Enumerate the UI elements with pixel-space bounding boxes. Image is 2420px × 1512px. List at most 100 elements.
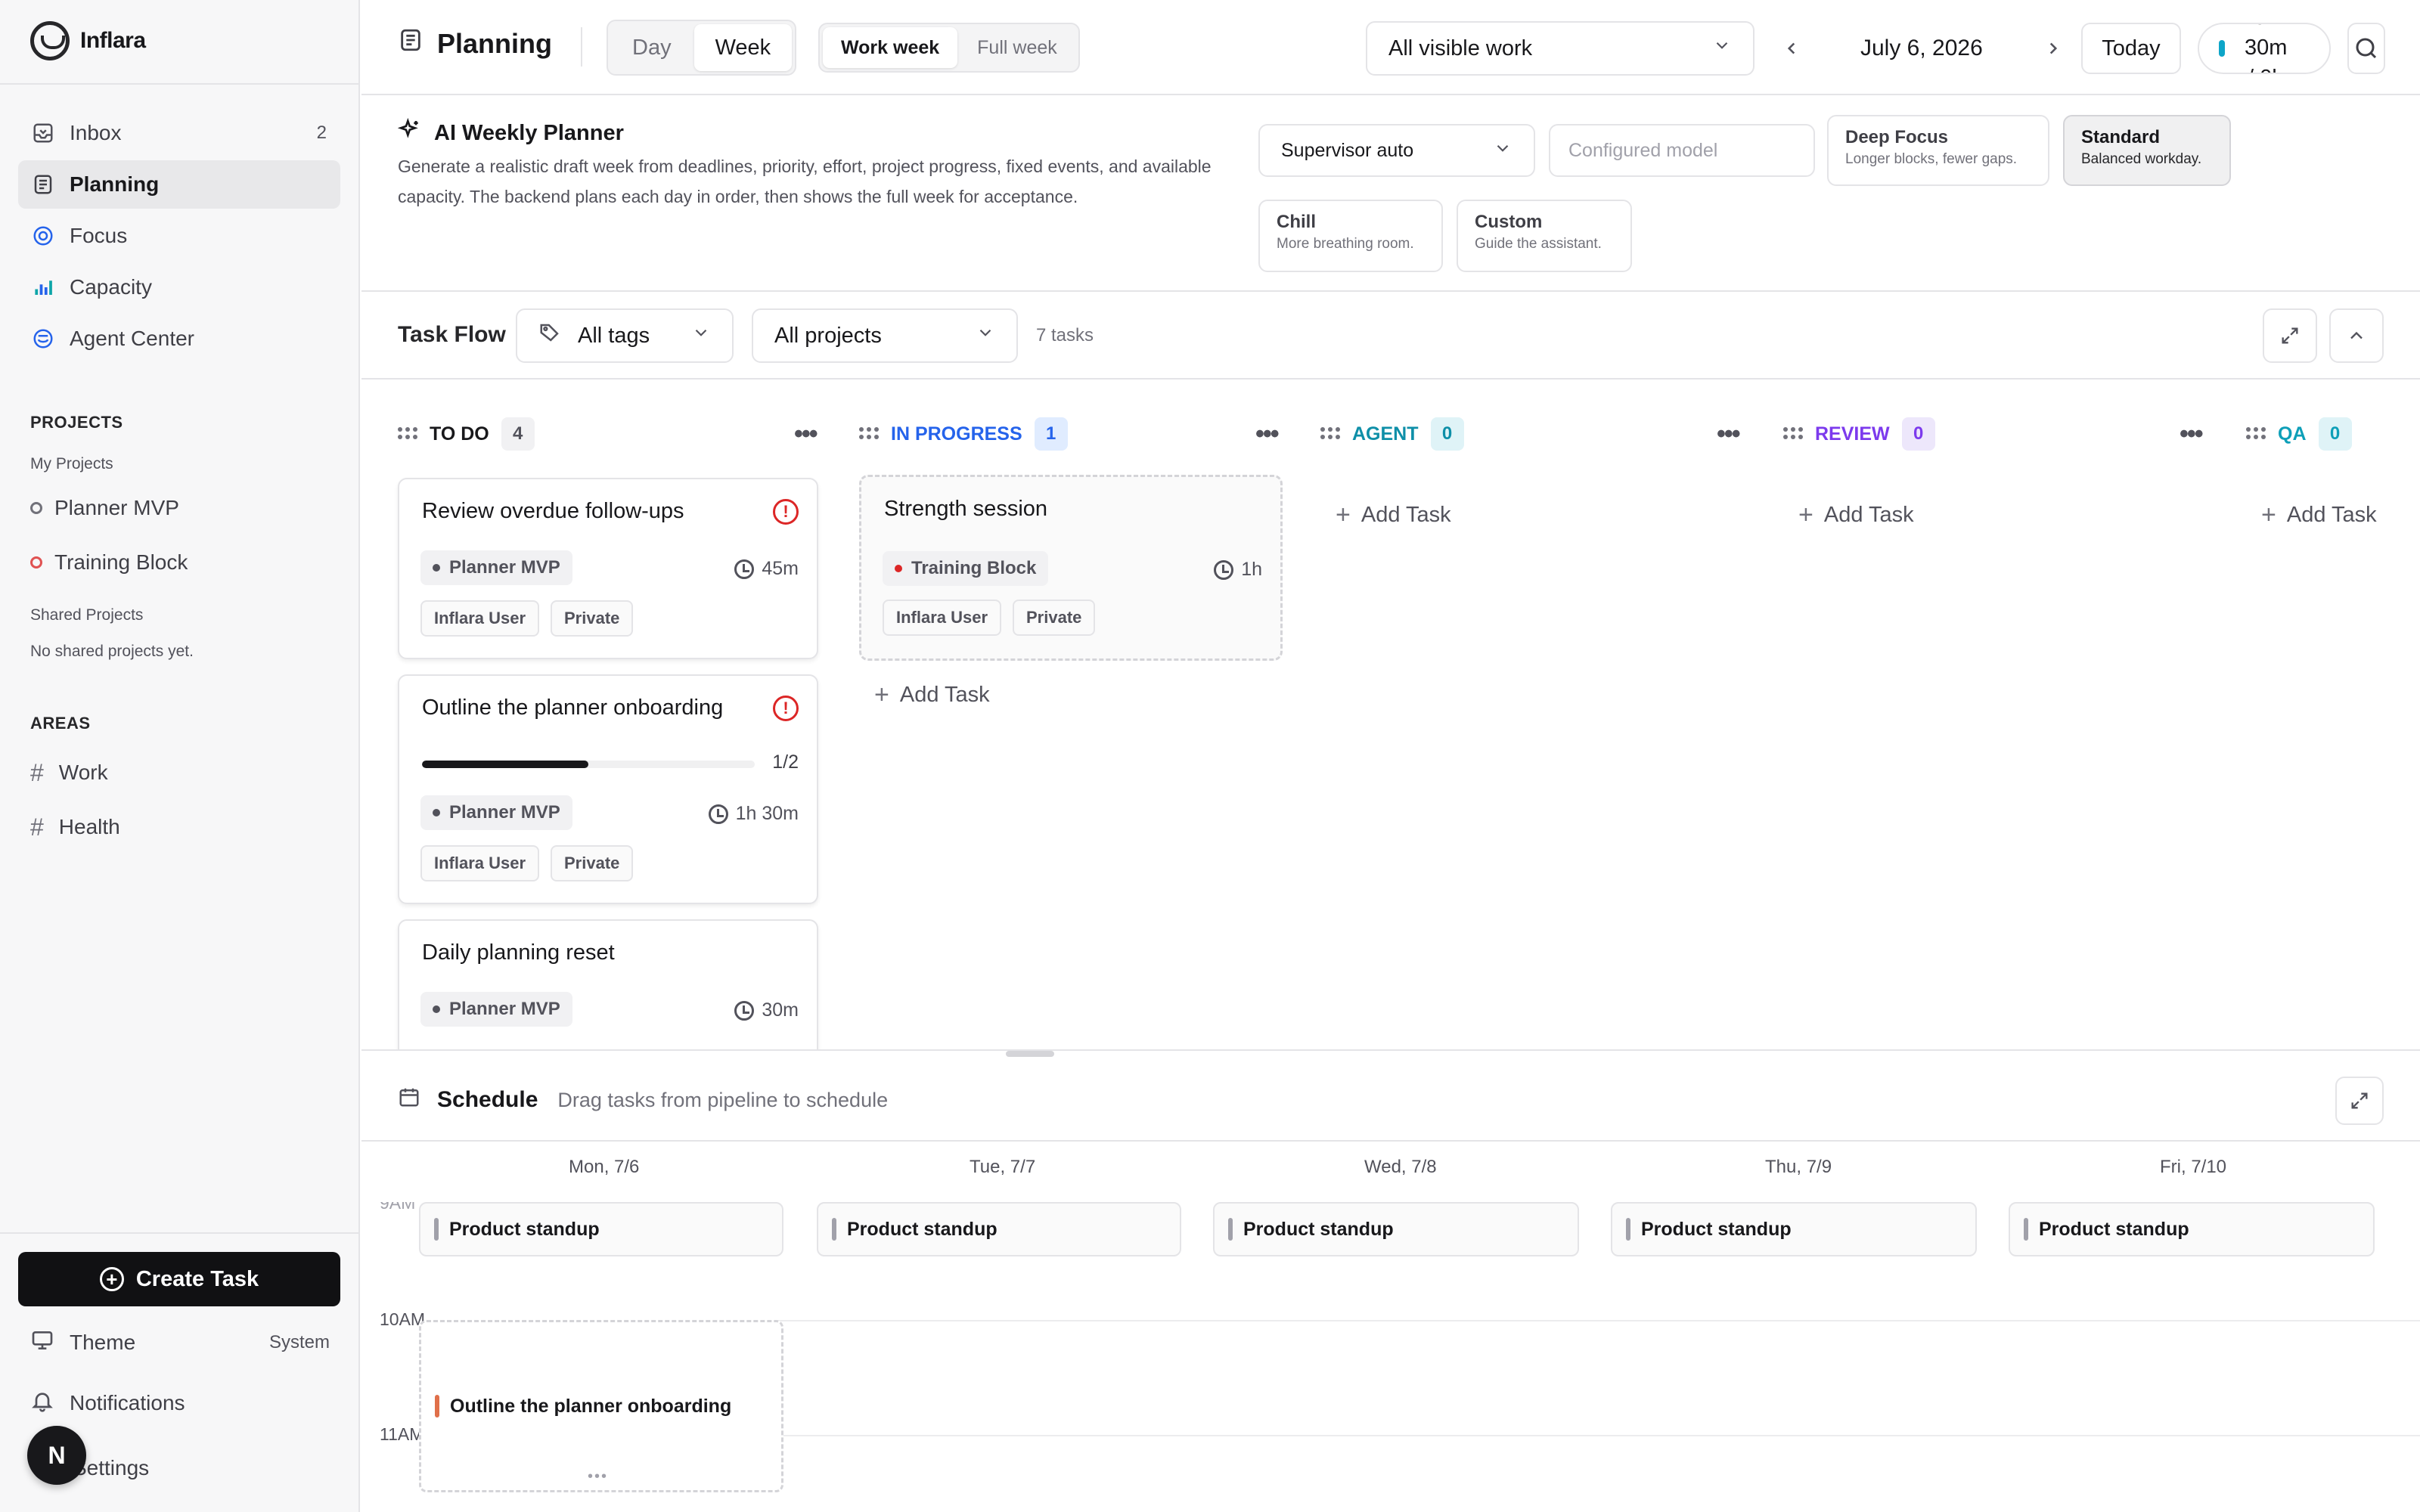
resize-dots-icon[interactable]: ••• xyxy=(588,1468,608,1486)
area-item-health[interactable]: # Health xyxy=(30,804,120,850)
subtask-progress-text: 1/2 xyxy=(772,751,799,773)
projects-heading: PROJECTS xyxy=(30,413,123,432)
project-pill-label: Planner MVP xyxy=(449,802,560,823)
add-task-button[interactable]: + Add Task xyxy=(2261,500,2377,530)
work-filter-select[interactable]: All visible work xyxy=(1366,21,1754,76)
mode-card-chill[interactable]: Chill More breathing room. xyxy=(1258,200,1443,272)
event-title: Product standup xyxy=(449,1218,600,1240)
drag-handle-icon[interactable] xyxy=(398,427,417,441)
resize-handle[interactable] xyxy=(1006,1051,1054,1057)
brand[interactable]: Inflara xyxy=(30,21,146,60)
theme-setting[interactable]: Theme System xyxy=(30,1320,330,1365)
mode-card-deep-focus[interactable]: Deep Focus Longer blocks, fewer gaps. xyxy=(1827,115,2049,186)
sidebar-item-inbox[interactable]: Inbox 2 xyxy=(18,109,340,157)
schedule-event[interactable]: Product standup xyxy=(2009,1202,2375,1256)
project-pill-label: Training Block xyxy=(911,558,1037,578)
task-card-outline-onboarding[interactable]: Outline the planner onboarding ! 1/2 Pla… xyxy=(398,674,818,904)
chevron-up-icon xyxy=(2350,331,2363,339)
project-item-training-block[interactable]: Training Block xyxy=(30,540,188,585)
task-card-review-overdue[interactable]: Review overdue follow-ups ! Planner MVP … xyxy=(398,478,818,659)
drag-handle-icon[interactable] xyxy=(1783,427,1803,441)
add-task-button[interactable]: + Add Task xyxy=(1336,500,1451,530)
task-duration: 45m xyxy=(734,558,799,580)
hash-icon: # xyxy=(30,813,44,841)
sidebar-item-label: Capacity xyxy=(70,275,152,299)
today-button[interactable]: Today xyxy=(2081,23,2181,74)
schedule-grid: 9AM 10AM 11AM Product standup Product st… xyxy=(361,1202,2420,1512)
tags-filter-value: All tags xyxy=(578,323,650,348)
sidebar-item-agent-center[interactable]: Agent Center xyxy=(18,314,340,363)
column-more-icon[interactable]: ••• xyxy=(794,416,818,452)
drag-handle-icon[interactable] xyxy=(1320,427,1340,441)
event-accent xyxy=(2024,1218,2028,1241)
collapse-board-button[interactable] xyxy=(2329,308,2384,363)
add-task-button[interactable]: + Add Task xyxy=(874,680,990,710)
sidebar-item-focus[interactable]: Focus xyxy=(18,212,340,260)
column-header: REVIEW 0 xyxy=(1783,416,1935,452)
schedule-event[interactable]: Product standup xyxy=(817,1202,1181,1256)
chevron-down-icon xyxy=(976,323,995,349)
add-task-button[interactable]: + Add Task xyxy=(1798,500,1914,530)
mode-title: Custom xyxy=(1475,212,1543,232)
expand-icon xyxy=(2351,1092,2368,1109)
schedule-event[interactable]: Product standup xyxy=(419,1202,783,1256)
prev-week-button[interactable] xyxy=(1782,23,1801,74)
projects-filter-select[interactable]: All projects xyxy=(752,308,1018,363)
schedule-title-text: Schedule xyxy=(437,1087,538,1112)
drag-preview-event[interactable]: Outline the planner onboarding ••• xyxy=(419,1320,783,1492)
timer-line: 0h xyxy=(2254,24,2278,33)
chevron-right-icon xyxy=(2049,42,2058,54)
mode-card-custom[interactable]: Custom Guide the assistant. xyxy=(1457,200,1632,272)
area-item-work[interactable]: # Work xyxy=(30,750,108,795)
supervisor-select[interactable]: Supervisor auto xyxy=(1258,124,1535,177)
drag-handle-icon[interactable] xyxy=(859,427,879,441)
drag-handle-icon[interactable] xyxy=(2246,427,2266,441)
column-more-icon[interactable]: ••• xyxy=(2180,416,2204,452)
plus-icon: + xyxy=(2261,500,2276,529)
view-mode-day[interactable]: Day xyxy=(611,24,693,71)
week-mode-full-week[interactable]: Full week xyxy=(959,27,1075,68)
project-item-planner-mvp[interactable]: Planner MVP xyxy=(30,485,179,531)
sidebar-item-capacity[interactable]: Capacity xyxy=(18,263,340,311)
my-projects-label: My Projects xyxy=(30,455,113,472)
task-card-daily-planning[interactable]: Daily planning reset Planner MVP 30m xyxy=(398,919,818,1049)
clock-icon xyxy=(708,804,728,824)
focus-icon xyxy=(32,225,54,247)
task-card-strength-session[interactable]: Strength session Training Block 1h Infla… xyxy=(859,475,1283,661)
model-input[interactable]: Configured model xyxy=(1549,124,1815,177)
task-count: 7 tasks xyxy=(1036,325,1094,345)
project-label: Planner MVP xyxy=(54,496,179,519)
schedule-event[interactable]: Product standup xyxy=(1611,1202,1977,1256)
clock-icon xyxy=(734,1000,755,1021)
create-task-button[interactable]: + Create Task xyxy=(18,1252,340,1306)
panel-divider xyxy=(361,1049,2420,1057)
monitor-icon xyxy=(30,1328,54,1358)
column-more-icon[interactable]: ••• xyxy=(1255,416,1280,452)
avatar[interactable]: N xyxy=(27,1426,86,1485)
mode-card-standard[interactable]: Standard Balanced workday. xyxy=(2063,115,2231,186)
view-mode-week[interactable]: Week xyxy=(693,24,793,71)
sidebar: Inflara Inbox 2 Planning Focus Capacity … xyxy=(0,0,360,1512)
schedule-event[interactable]: Product standup xyxy=(1213,1202,1579,1256)
column-more-icon[interactable]: ••• xyxy=(1717,416,1741,452)
column-agent: AGENT 0 ••• xyxy=(1320,381,1744,1049)
hour-label: 11AM xyxy=(380,1424,424,1444)
day-header: Fri, 7/10 xyxy=(2160,1157,2227,1177)
expand-schedule-button[interactable] xyxy=(2335,1077,2384,1125)
hash-icon: # xyxy=(30,758,44,786)
search-button[interactable] xyxy=(2347,23,2385,74)
event-accent xyxy=(434,1218,439,1241)
column-header: TO DO 4 xyxy=(398,416,535,452)
next-week-button[interactable] xyxy=(2043,23,2063,74)
duration-text: 30m xyxy=(762,999,799,1021)
expand-board-button[interactable] xyxy=(2263,308,2317,363)
header-divider xyxy=(581,27,582,67)
project-dot-icon xyxy=(433,1005,440,1013)
sidebar-item-planning[interactable]: Planning xyxy=(18,160,340,209)
duration-text: 1h xyxy=(1241,559,1262,580)
week-mode-work-week[interactable]: Work week xyxy=(823,27,958,68)
notifications-item[interactable]: Notifications xyxy=(30,1380,330,1426)
timer-widget[interactable]: 0h 30m / 0h xyxy=(2198,23,2331,74)
tags-filter-select[interactable]: All tags xyxy=(516,308,734,363)
column-title: QA xyxy=(2278,423,2307,445)
